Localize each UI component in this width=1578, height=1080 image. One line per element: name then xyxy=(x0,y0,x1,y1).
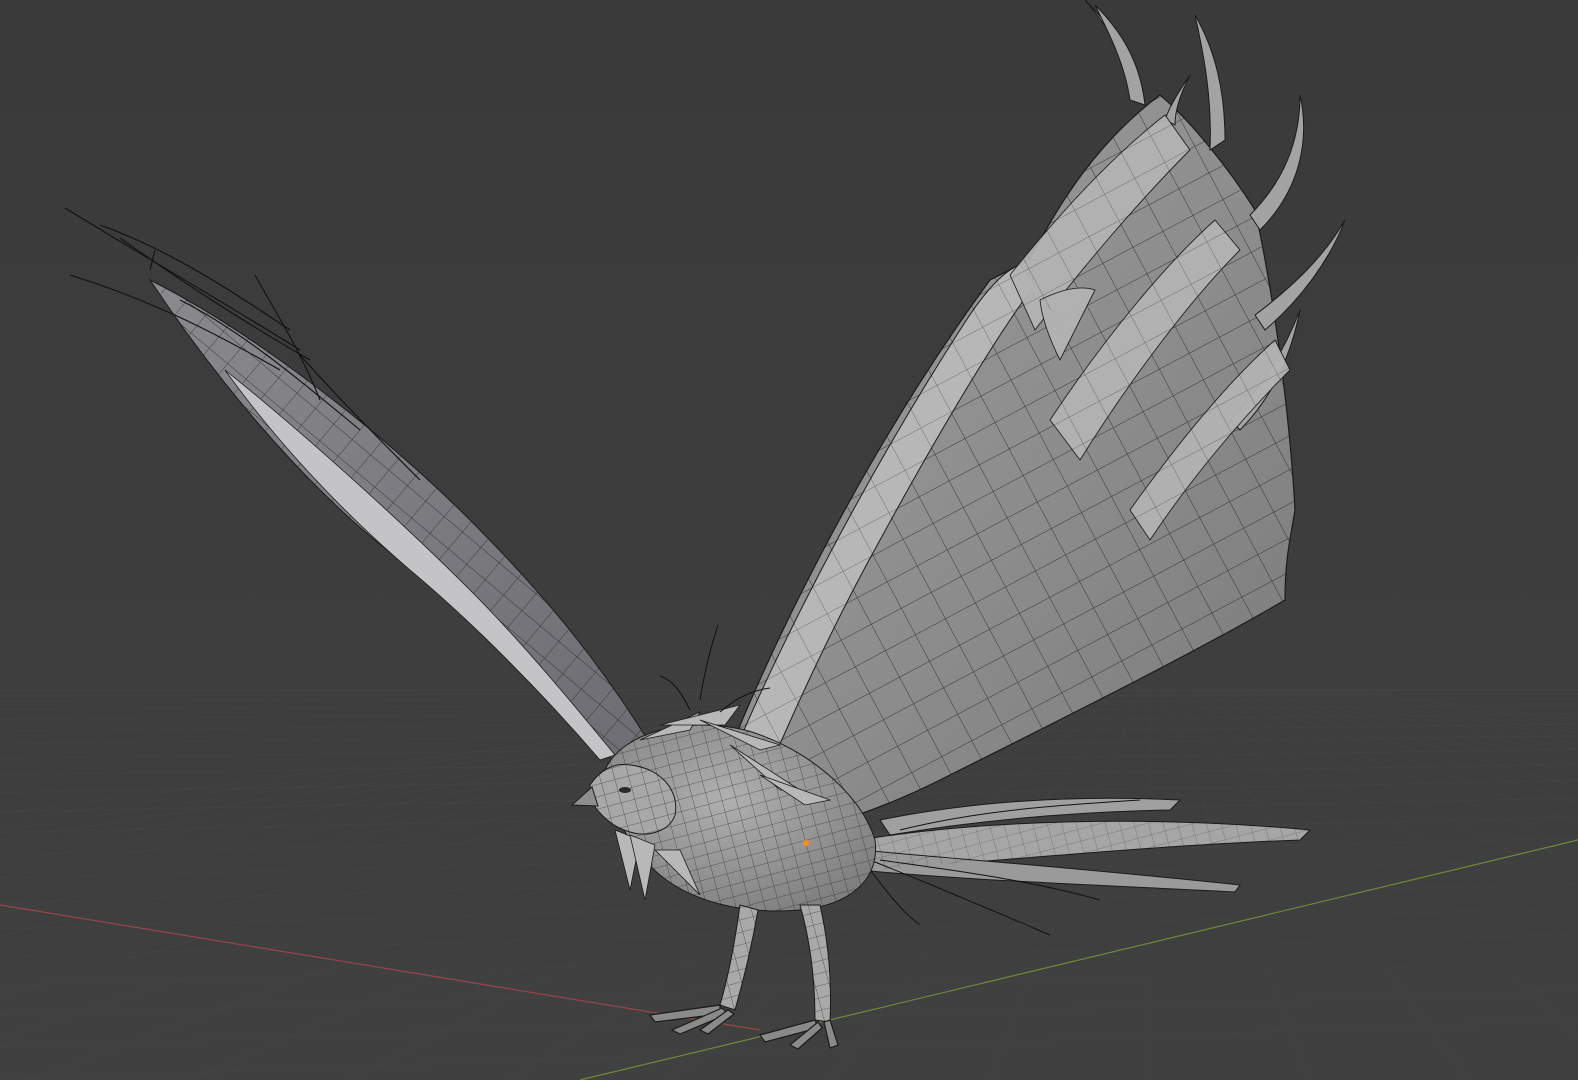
viewport-background xyxy=(0,0,1578,1080)
viewport-scene[interactable] xyxy=(0,0,1578,1080)
eye xyxy=(619,787,631,793)
3d-viewport[interactable] xyxy=(0,0,1578,1080)
object-origin-dot[interactable] xyxy=(803,840,809,846)
